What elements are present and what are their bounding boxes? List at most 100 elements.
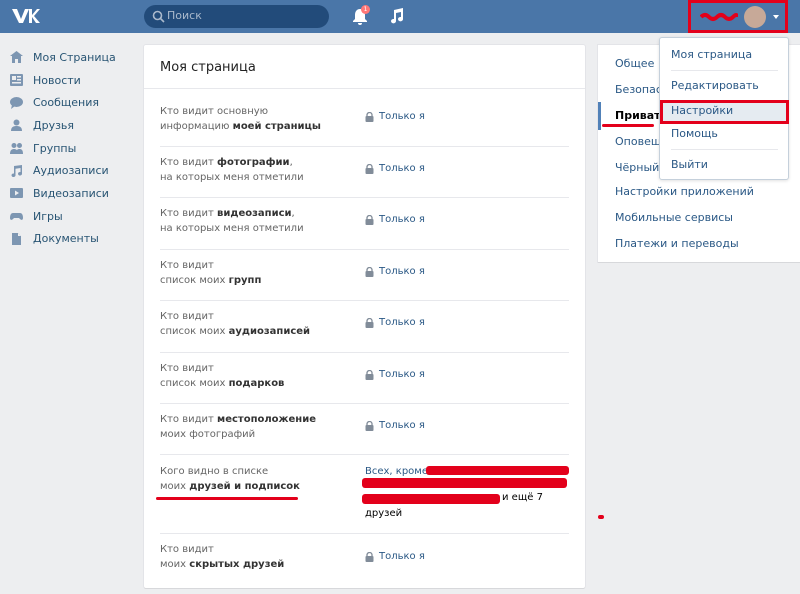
sidebar-item-groups[interactable]: Группы [10,137,135,160]
caret-down-icon [773,15,779,19]
redacted-names [362,494,500,504]
label-line: Кто видит основную [160,106,269,117]
annotation-underline [156,497,298,500]
label-bold: моей страницы [232,121,321,132]
sidebar-item-audio[interactable]: Аудиозаписи [10,159,135,182]
vk-logo-icon[interactable] [10,6,40,26]
sidebar-item-label: Игры [33,209,63,223]
home-icon [10,51,23,64]
setting-label-location: Кто видит местоположение моих фотографий [160,412,340,442]
settings-menu-mobile[interactable]: Мобильные сервисы [615,211,733,224]
privacy-value-photos[interactable]: Только я [365,163,425,174]
sidebar-item-messages[interactable]: Сообщения [10,91,135,114]
privacy-value-hidden-friends[interactable]: Только я [365,551,425,562]
label-bold: видеозаписи [217,208,292,219]
label-line: Кого видно в списке [160,466,269,477]
lock-icon [365,420,374,431]
privacy-value-audio[interactable]: Только я [365,317,425,328]
annotation-mark [598,515,604,519]
setting-label-groups: Кто видит список моих групп [160,258,340,288]
label-line: информацию [160,121,233,132]
label-line: список моих [160,275,229,286]
search-placeholder: Поиск [167,9,202,22]
divider [160,146,569,147]
dropdown-settings[interactable]: Настройки [671,104,733,117]
label-line: на которых меня отметили [160,172,304,183]
setting-label-photos: Кто видит фотографии, на которых меня от… [160,155,340,185]
privacy-settings-card: Моя страница Кто видит основную информац… [144,45,585,588]
value-text: Только я [379,369,425,380]
page-title: Моя страница [160,60,256,75]
redacted-names [362,478,567,488]
label-line: , [291,208,295,219]
settings-menu-payments[interactable]: Платежи и переводы [615,237,739,250]
sidebar-item-my-page[interactable]: Моя Страница [10,46,135,69]
setting-label-friends-visibility: Кого видно в списке моих друзей и подпис… [160,464,340,494]
label-bold: скрытых друзей [189,559,285,570]
value-text: Только я [379,163,425,174]
value-text: Только я [379,111,425,122]
lock-icon [365,266,374,277]
label-line: моих [160,559,190,570]
audio-icon [11,164,23,177]
lock-icon [365,317,374,328]
label-line: Кто видит [160,311,214,322]
settings-menu-apps[interactable]: Настройки приложений [615,185,754,198]
label-bold: подарков [228,378,285,389]
lock-icon [365,369,374,380]
dropdown-my-page[interactable]: Моя страница [671,48,752,61]
settings-menu-notifications[interactable]: Оповещ [615,135,661,148]
friends-icon [11,119,22,132]
dropdown-logout[interactable]: Выйти [671,158,708,171]
privacy-value-location[interactable]: Только я [365,420,425,431]
groups-icon [10,143,23,155]
privacy-value-gifts[interactable]: Только я [365,369,425,380]
sidebar-item-friends[interactable]: Друзья [10,114,135,137]
sidebar-item-label: Аудиозаписи [33,164,109,178]
label-bold: аудиозаписей [228,326,311,337]
value-text: Только я [379,317,425,328]
label-line: , [289,157,293,168]
divider [160,197,569,198]
profile-dropdown-menu: Моя страница Редактировать Настройки Пом… [659,37,789,180]
lock-icon [365,214,374,225]
value-suffix: и ещё 7 [502,492,543,503]
value-line: друзей [365,508,403,519]
sidebar-item-games[interactable]: Игры [10,205,135,228]
value-text: Только я [379,551,425,562]
active-indicator [598,102,601,130]
sidebar-item-news[interactable]: Новости [10,69,135,92]
video-icon [10,188,23,199]
search-input[interactable]: Поиск [144,5,329,28]
label-line: Кто видит [160,363,214,374]
value-text: Только я [379,214,425,225]
label-line: список моих [160,326,229,337]
label-line: Кто видит [160,414,218,425]
settings-menu-general[interactable]: Общее [615,57,654,70]
sidebar-item-label: Сообщения [33,96,100,110]
privacy-value-videos[interactable]: Только я [365,214,425,225]
dropdown-help[interactable]: Помощь [671,127,718,140]
divider [671,70,778,71]
setting-label-audio: Кто видит список моих аудиозаписей [160,309,340,339]
notification-badge: 1 [361,5,370,14]
divider [160,403,569,404]
sidebar-item-label: Видеозаписи [33,186,109,200]
profile-menu-button[interactable] [688,0,788,33]
redacted-names [426,466,569,475]
lock-icon [365,163,374,174]
sidebar-item-video[interactable]: Видеозаписи [10,182,135,205]
search-icon [152,10,165,23]
value-text: Только я [379,420,425,431]
left-sidebar: Моя Страница Новости Сообщения Друзья Гр… [10,46,135,250]
label-line: на которых меня отметили [160,223,304,234]
sidebar-item-documents[interactable]: Документы [10,228,135,251]
sidebar-item-label: Новости [33,73,81,87]
top-bar: Поиск 1 [0,0,800,33]
label-line: Кто видит [160,544,214,555]
dropdown-edit[interactable]: Редактировать [671,79,759,92]
privacy-value-main-info[interactable]: Только я [365,111,425,122]
lock-icon [365,111,374,122]
music-icon[interactable] [389,8,404,24]
privacy-value-groups[interactable]: Только я [365,266,425,277]
